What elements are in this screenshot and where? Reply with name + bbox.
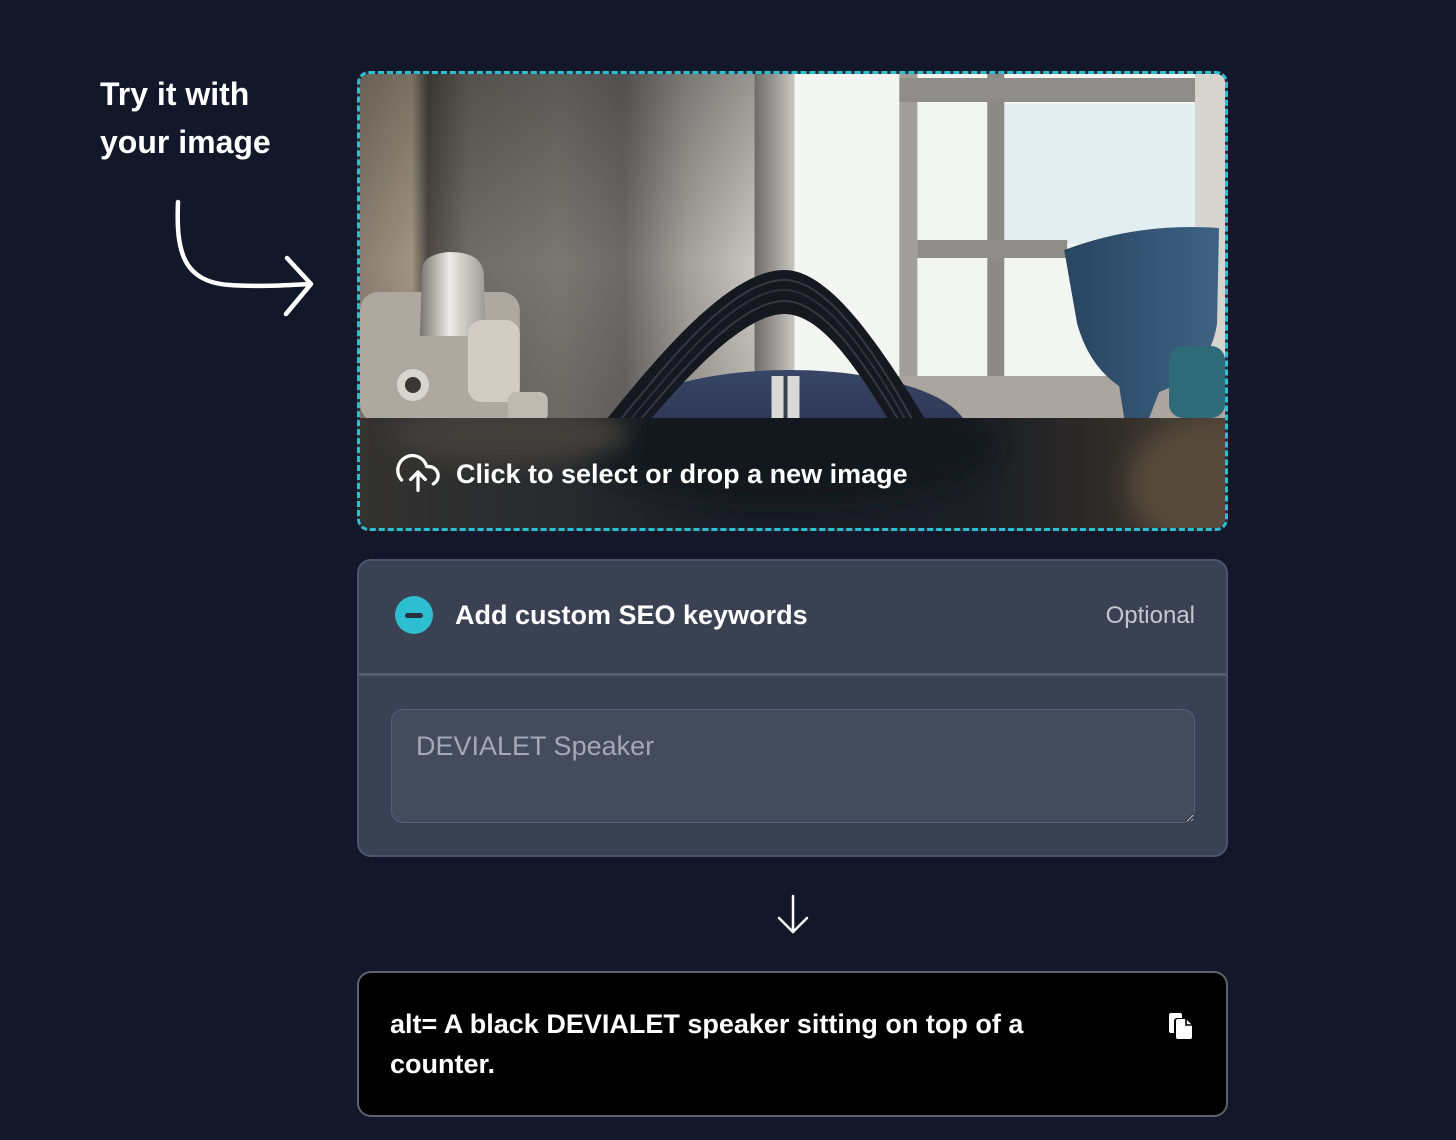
copy-icon [1169, 1013, 1192, 1039]
photo-frame-post-1 [899, 74, 918, 418]
image-dropzone[interactable]: Click to select or drop a new image [357, 71, 1228, 531]
upload-label[interactable]: Click to select or drop a new image [456, 454, 908, 494]
minus-circle-icon[interactable] [395, 596, 433, 634]
panel-divider [359, 673, 1226, 676]
hint-line-2: your image [100, 124, 271, 160]
hint-text: Try it with your image [100, 70, 271, 166]
photo-frame-mid-bar [917, 240, 1068, 258]
arrow-curve [175, 199, 313, 289]
copy-front-page [1176, 1019, 1192, 1039]
photo-left-object-tab [467, 320, 520, 402]
photo-window-post [754, 74, 795, 418]
seo-keywords-title[interactable]: Add custom SEO keywords [455, 595, 808, 635]
photo-teal-object [1169, 346, 1225, 418]
photo-sky-tint [999, 104, 1200, 244]
alt-text-output: alt= A black DEVIALET speaker sitting on… [390, 1009, 1024, 1079]
optional-label: Optional [1105, 602, 1195, 629]
curved-arrow-icon [175, 199, 314, 317]
seo-keywords-panel: Add custom SEO keywords Optional DEVIALE… [357, 559, 1228, 857]
photo-left-object-hole [404, 377, 421, 393]
photo-speaker-gap-line [783, 376, 788, 418]
hint-line-1: Try it with [100, 76, 250, 112]
minus-bar [405, 612, 423, 618]
upload-cloud-icon [396, 453, 440, 493]
copy-button[interactable] [1166, 1010, 1194, 1040]
alt-text-result: alt= A black DEVIALET speaker sitting on… [357, 971, 1228, 1117]
page: Try it with your image Click to select o… [0, 0, 1456, 1140]
seo-keywords-input[interactable]: DEVIALET Speaker [391, 709, 1195, 823]
arrow-down-icon [777, 894, 809, 934]
photo-frame-top-bar [899, 78, 1225, 102]
